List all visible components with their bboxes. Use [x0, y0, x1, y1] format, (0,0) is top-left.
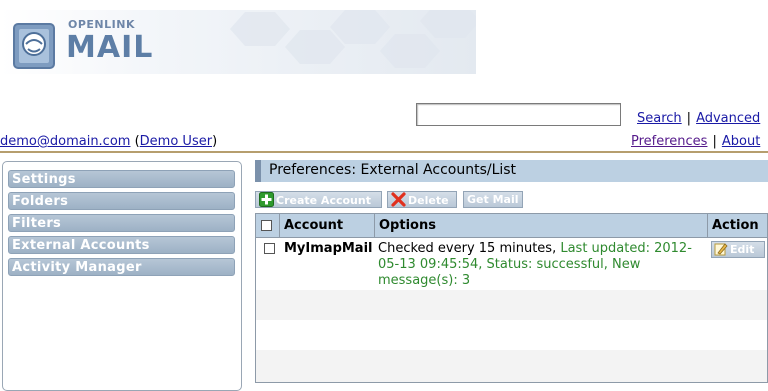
table-row: MyImapMail Checked every 15 minutes, Las…: [256, 238, 767, 290]
separator: |: [712, 134, 717, 149]
empty-row: [256, 290, 767, 320]
logo-banner: OPENLINK MAIL: [0, 10, 476, 74]
sidebar-item-filters[interactable]: Filters: [8, 214, 235, 232]
user-email-link[interactable]: demo@domain.com: [0, 134, 130, 149]
header-account: Account: [280, 214, 375, 237]
user-info: demo@domain.com (Demo User): [0, 134, 218, 149]
separator: |: [686, 111, 692, 126]
edit-label: Edit: [730, 243, 755, 256]
create-account-label: Create Account: [276, 194, 371, 207]
search-link[interactable]: Search: [637, 111, 682, 126]
header-select-cell: [256, 214, 280, 237]
get-mail-label: Get Mail: [467, 193, 519, 206]
sidebar-item-activity-manager[interactable]: Activity Manager: [8, 258, 235, 276]
page-title: Preferences: External Accounts/List: [269, 162, 517, 178]
account-options: Checked every 15 minutes, Last updated: …: [378, 241, 708, 289]
add-icon: [259, 192, 274, 207]
create-account-button[interactable]: Create Account: [255, 191, 382, 208]
sidebar-item-external-accounts[interactable]: External Accounts: [8, 236, 235, 254]
preferences-link[interactable]: Preferences: [631, 134, 707, 149]
advanced-search-link[interactable]: Advanced: [696, 111, 760, 126]
search-input[interactable]: [416, 103, 621, 126]
account-name: MyImapMail: [284, 241, 373, 256]
search-links: Search | Advanced: [637, 111, 760, 126]
empty-row: [256, 350, 767, 382]
pencil-note-icon: [714, 243, 728, 256]
check-interval-text: Checked every 15 minutes,: [378, 241, 557, 256]
edit-button[interactable]: Edit: [711, 241, 765, 258]
table-header: Account Options Action: [256, 214, 767, 238]
envelope-globe-icon: [13, 23, 55, 69]
row-checkbox[interactable]: [264, 243, 275, 254]
user-name-link[interactable]: Demo User: [140, 134, 212, 149]
sidebar: Settings Folders Filters External Accoun…: [2, 161, 242, 391]
delete-label: Delete: [408, 194, 449, 207]
sidebar-item-settings[interactable]: Settings: [8, 170, 235, 188]
header-divider: [0, 151, 768, 153]
sidebar-item-folders[interactable]: Folders: [8, 192, 235, 210]
delete-x-icon: [391, 192, 406, 207]
select-all-checkbox[interactable]: [261, 220, 272, 231]
about-link[interactable]: About: [722, 134, 760, 149]
top-links: Preferences | About: [631, 134, 760, 149]
header-action: Action: [712, 218, 759, 233]
logo-text-main: MAIL: [66, 30, 154, 65]
panel-title-bar: Preferences: External Accounts/List: [255, 160, 768, 182]
delete-button[interactable]: Delete: [387, 191, 457, 208]
empty-row: [256, 320, 767, 350]
accounts-table: Account Options Action MyImapMail Checke…: [255, 213, 768, 383]
header-options: Options: [375, 214, 708, 237]
get-mail-button[interactable]: Get Mail: [463, 191, 523, 208]
